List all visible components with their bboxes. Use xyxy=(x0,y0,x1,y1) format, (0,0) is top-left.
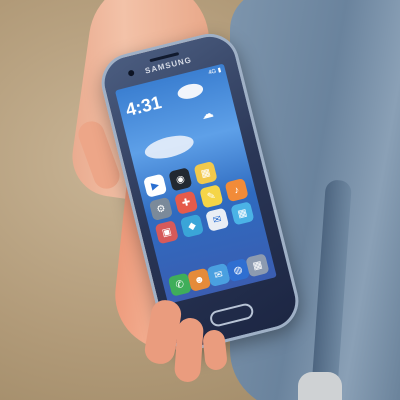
home-button[interactable] xyxy=(208,301,255,329)
store-icon[interactable]: ◆ xyxy=(179,213,205,239)
settings-icon[interactable]: ⚙ xyxy=(148,196,174,222)
blank-app-icon xyxy=(219,155,243,179)
status-bar: 4G ▮ xyxy=(207,67,222,77)
finger xyxy=(173,317,205,383)
video-icon[interactable]: ▣ xyxy=(154,220,179,245)
email-icon[interactable]: ✉ xyxy=(205,207,230,232)
cloud-graphic xyxy=(176,81,205,102)
music-icon[interactable]: ♪ xyxy=(224,177,249,203)
memo-icon[interactable]: ✎ xyxy=(199,184,224,209)
cloud-icon: ☁ xyxy=(199,105,215,123)
camera-icon[interactable]: ◉ xyxy=(168,167,193,192)
dock: ✆ ☻ ✉ ◍ ▦ xyxy=(167,253,270,297)
app-grid: ▶ ◉ ▦ ⚙ ✚ ✎ ♪ ▣ ◆ ✉ ▦ xyxy=(143,154,256,245)
photo-scene: SAMSUNG 4G ▮ 4:31 ☁ ▶ ◉ ▦ ⚙ ✚ ✎ ♪ ▣ ◆ ✉ ▦ ✆ ☻ ✉ ◍ ▦ xyxy=(0,0,400,400)
gallery-icon[interactable]: ▦ xyxy=(193,160,218,186)
shoe xyxy=(298,372,342,400)
apps-icon[interactable]: ▦ xyxy=(245,253,270,278)
clock-widget: 4:31 xyxy=(123,92,164,121)
apps-grid-icon[interactable]: ▦ xyxy=(230,201,255,226)
play-store-icon[interactable]: ▶ xyxy=(143,173,168,198)
weather-clouds xyxy=(142,131,196,163)
maps-icon[interactable]: ✚ xyxy=(174,190,199,215)
